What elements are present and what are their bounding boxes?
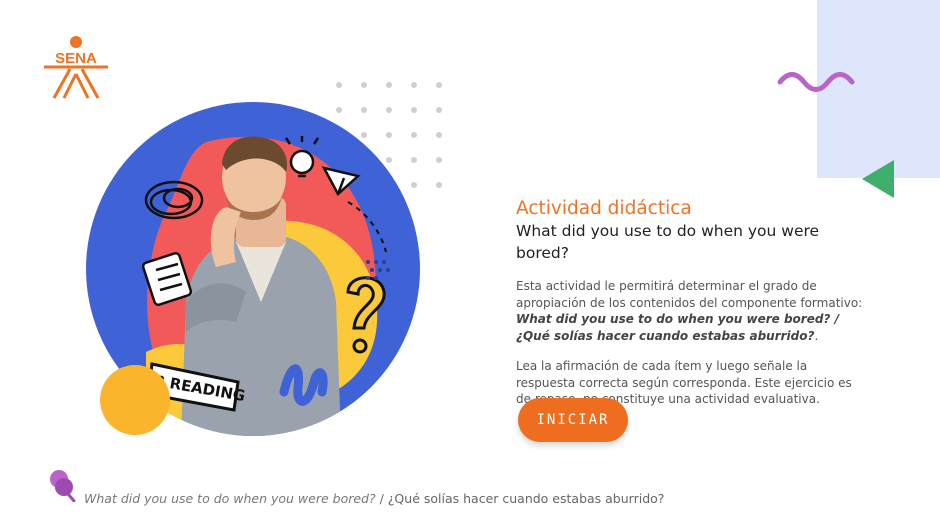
decorative-yellow-ball [100, 365, 170, 435]
activity-description: Esta actividad le permitirá determinar e… [516, 278, 866, 344]
activity-content: Actividad didáctica What did you use to … [516, 198, 866, 408]
logo-text: SENA [55, 50, 97, 67]
footer-caption-en: What did you use to do when you were bor… [84, 491, 376, 506]
footer-caption-es: ¿Qué solías hacer cuando estabas aburrid… [387, 491, 665, 506]
description-intro: Esta actividad le permitirá determinar e… [516, 279, 863, 310]
footer-caption: What did you use to do when you were bor… [84, 491, 664, 506]
sena-logo: SENA [40, 34, 114, 104]
wave-icon [777, 72, 855, 92]
description-end: . [814, 328, 819, 343]
triangle-icon [862, 160, 894, 198]
activity-title: What did you use to do when you were bor… [516, 222, 820, 262]
footer-separator: / [375, 491, 388, 506]
description-topic: What did you use to do when you were bor… [516, 312, 839, 343]
activity-label: Actividad didáctica [516, 198, 692, 219]
pushpin-icon [50, 470, 76, 502]
start-button[interactable]: INICIAR [518, 398, 628, 442]
